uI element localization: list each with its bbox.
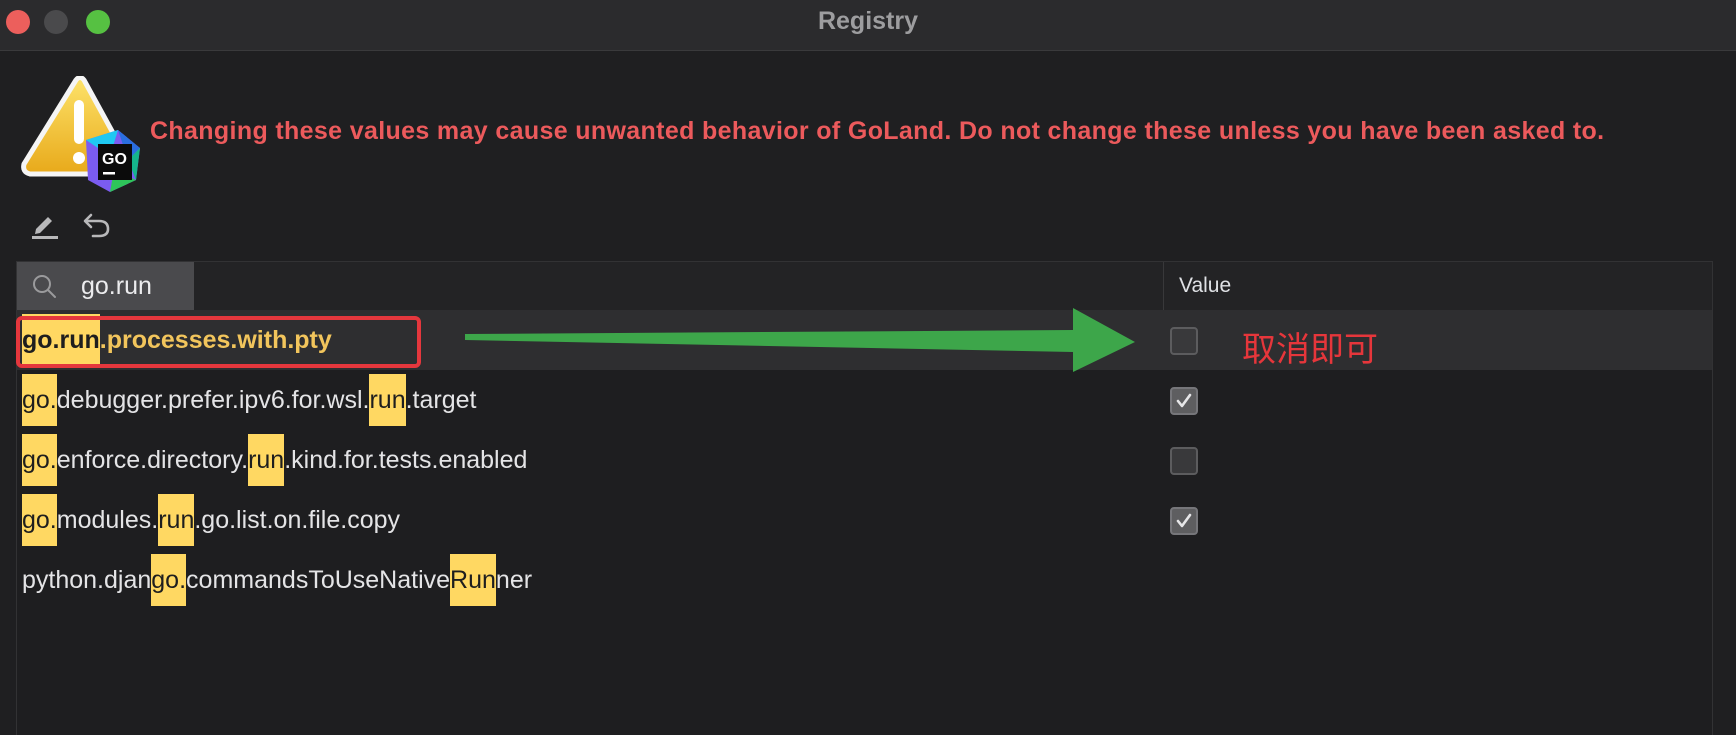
value-checkbox[interactable] [1170,387,1198,415]
value-column-header[interactable]: Value [1179,274,1231,298]
key-segment: python.djan [22,566,152,594]
pencil-icon [32,217,58,239]
match-highlight: go. [22,494,57,546]
table-row[interactable]: python.django.commandsToUseNativeRunner [17,550,1712,610]
key-segment: modules. [56,506,159,534]
key-segment: enforce.directory. [56,446,249,474]
key-segment: .kind.for.tests.enabled [284,446,528,474]
goland-badge-text: GO [102,151,127,168]
match-highlight: go. [151,554,187,606]
registry-key: go.enforce.directory.run.kind.for.tests.… [22,430,527,490]
warning-message: Changing these values may cause unwanted… [150,117,1605,145]
table-row[interactable]: go.debugger.prefer.ipv6.for.wsl.run.targ… [17,370,1712,430]
title-bar: Registry [0,0,1736,51]
match-highlight: run [369,374,406,426]
column-divider[interactable] [1163,262,1164,310]
match-highlight: Run [450,554,496,606]
value-checkbox[interactable] [1170,447,1198,475]
checkmark-icon [1176,513,1192,528]
registry-key: go.debugger.prefer.ipv6.for.wsl.run.targ… [22,370,476,430]
match-highlight: run [158,494,195,546]
key-segment: commandsToUseNative [186,566,451,594]
match-highlight: run [248,434,285,486]
search-field[interactable]: go.run [17,262,194,310]
value-checkbox[interactable] [1170,507,1198,535]
annotation-arrow-icon [465,308,1135,372]
match-highlight: go. [22,434,57,486]
table-header: go.run Value [17,262,1712,311]
key-segment: .target [405,386,477,414]
registry-key: python.django.commandsToUseNativeRunner [22,550,532,610]
search-query: go.run [81,272,152,300]
value-checkbox[interactable] [1170,327,1198,355]
undo-icon [83,213,110,238]
window-title: Registry [817,7,919,35]
edit-button[interactable] [26,206,62,242]
annotation-highlight-box [16,316,421,368]
registry-key: go.modules.run.go.list.on.file.copy [22,490,400,550]
revert-button[interactable] [79,206,115,242]
key-segment: .go.list.on.file.copy [194,506,401,534]
warning-icon: GO [18,75,142,194]
key-segment: ner [495,566,533,594]
table-row[interactable]: go.enforce.directory.run.kind.for.tests.… [17,430,1712,490]
search-icon [33,275,56,298]
key-segment: debugger.prefer.ipv6.for.wsl. [56,386,370,414]
match-highlight: go. [22,374,57,426]
annotation-note: 取消即可 [1242,330,1378,370]
checkmark-icon [1176,393,1192,408]
table-row[interactable]: go.modules.run.go.list.on.file.copy [17,490,1712,550]
